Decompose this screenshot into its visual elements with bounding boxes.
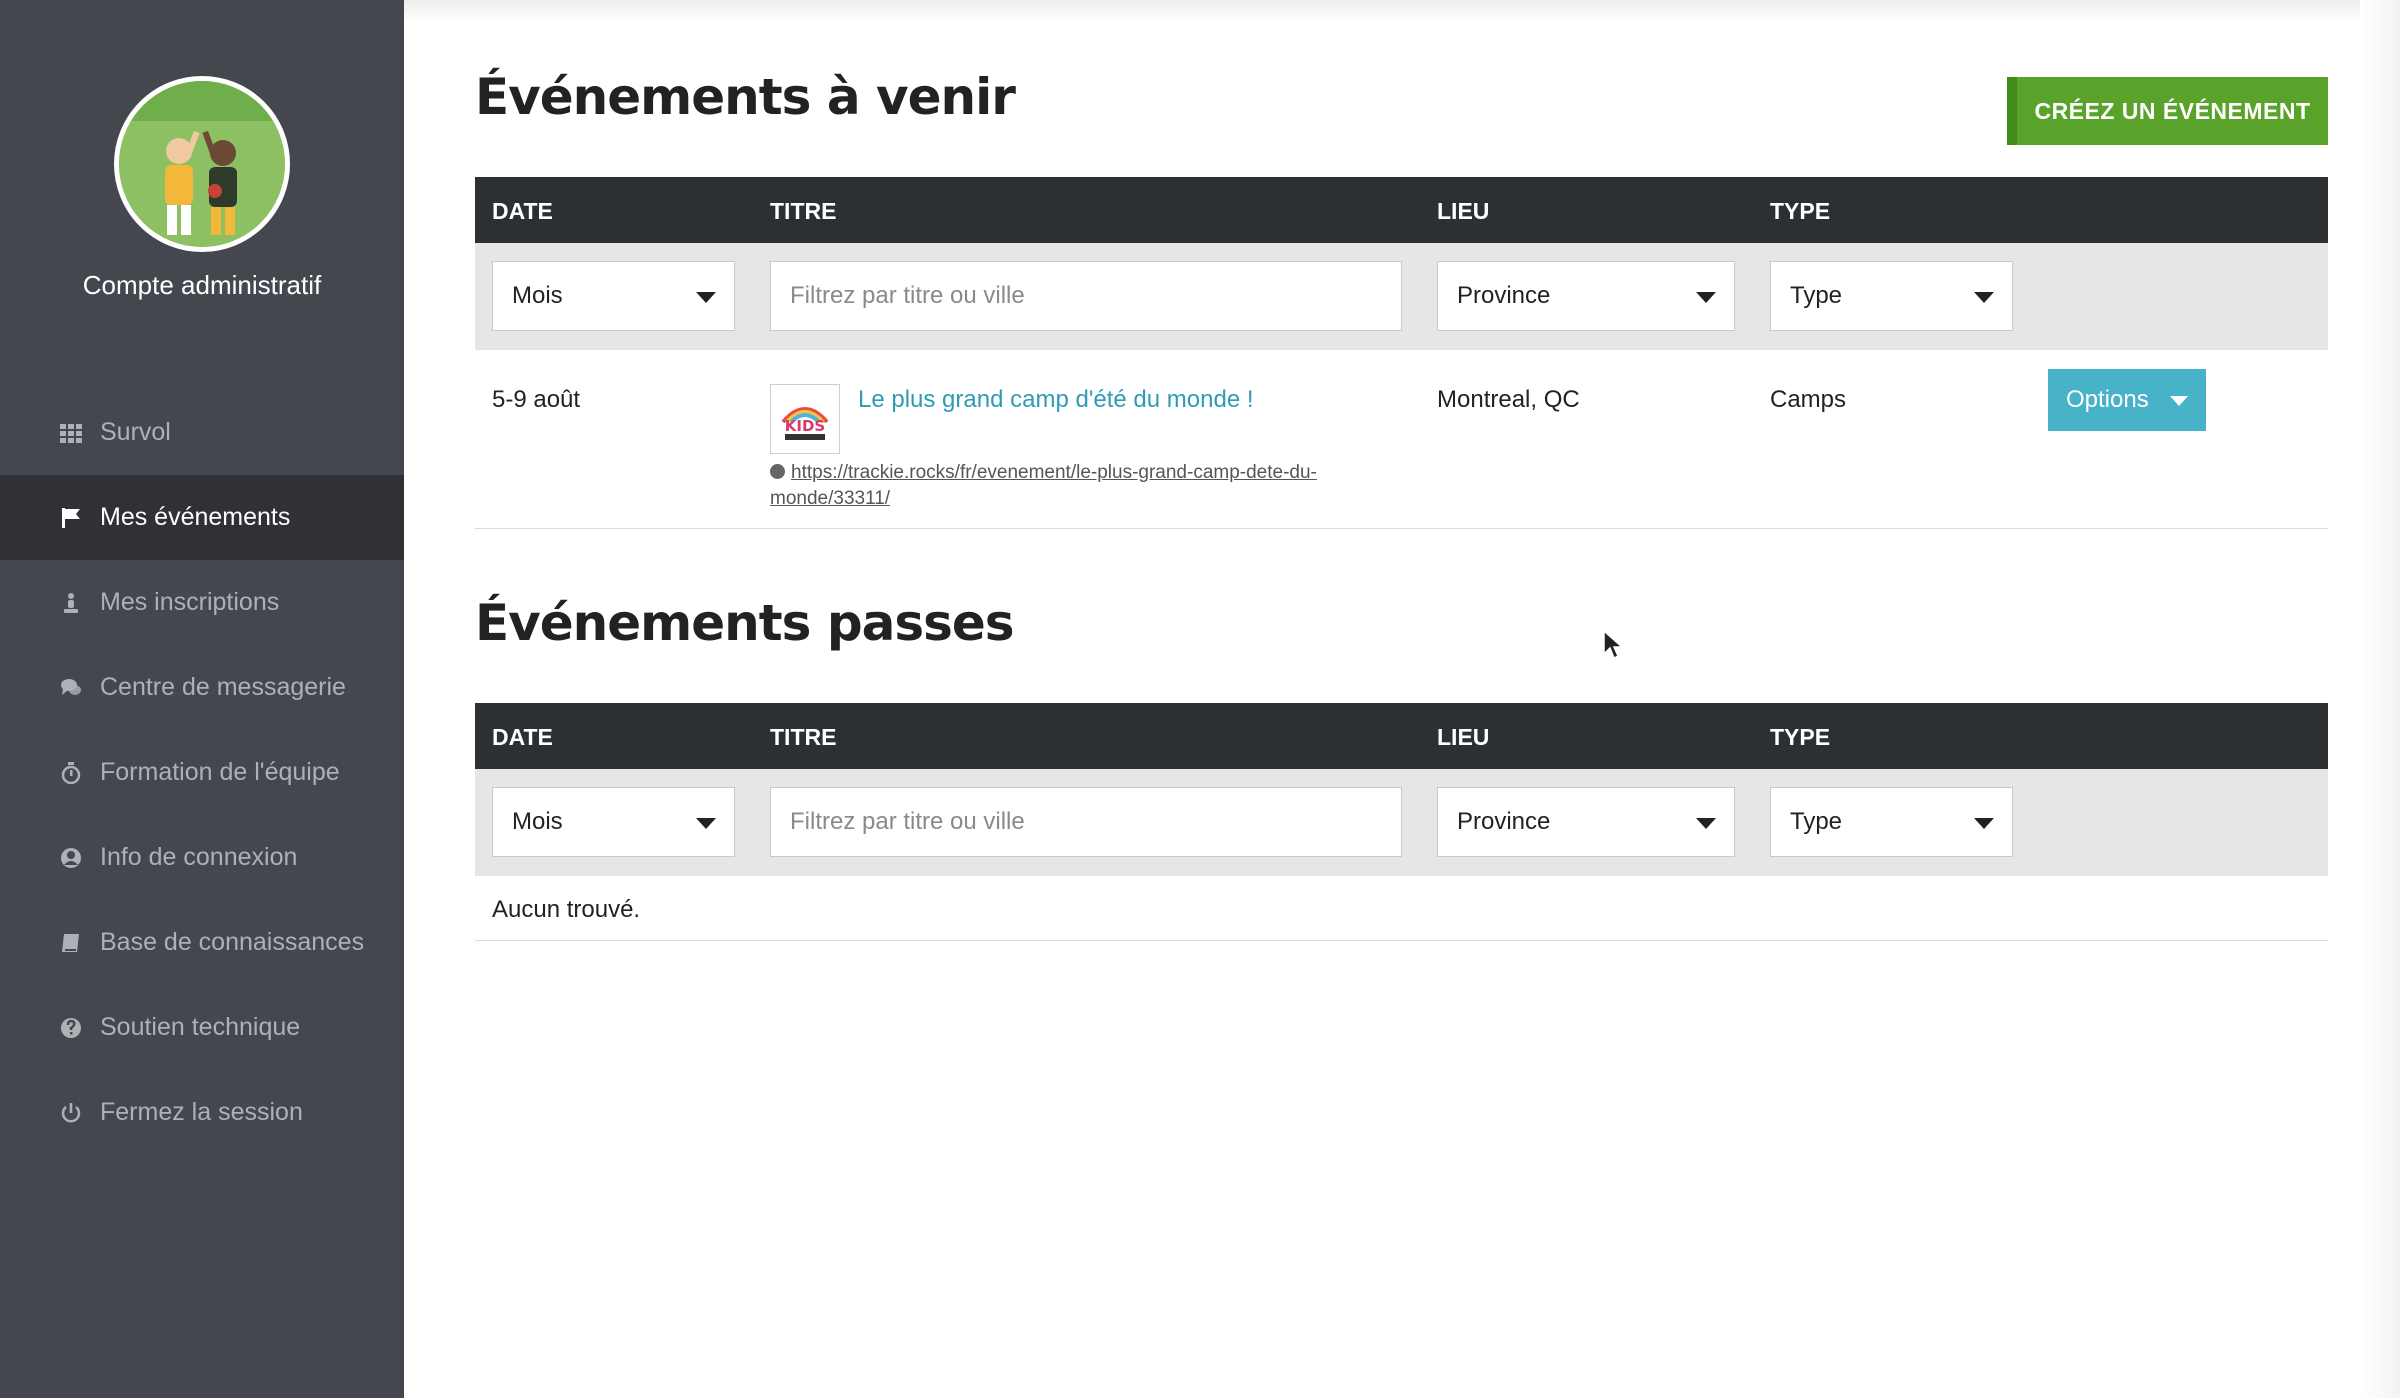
right-edge-shadow xyxy=(2360,0,2400,1398)
past-events-table: DATE TITRE LIEU TYPE Mois Province Type … xyxy=(475,703,2328,941)
options-label: Options xyxy=(2066,386,2149,413)
column-header-titre[interactable]: TITRE xyxy=(770,198,836,225)
top-shadow xyxy=(404,0,2400,22)
event-type: Camps xyxy=(1770,386,1847,413)
empty-row: Aucun trouvé. xyxy=(475,876,2328,941)
month-select-value: Mois xyxy=(512,282,563,309)
caret-down-icon xyxy=(696,818,716,829)
sidebar-item-info-connexion[interactable]: Info de connexion xyxy=(0,815,404,900)
filter-row: Mois Province Type xyxy=(475,243,2328,350)
caret-down-icon xyxy=(1696,292,1716,303)
column-header-date[interactable]: DATE xyxy=(492,724,553,751)
user-circle-icon xyxy=(58,845,84,871)
sidebar-nav: Survol Mes événements Mes inscriptions C… xyxy=(0,390,404,1155)
sidebar-item-formation-equipe[interactable]: Formation de l'équipe xyxy=(0,730,404,815)
sidebar-item-label: Info de connexion xyxy=(100,843,298,871)
book-icon xyxy=(58,930,84,956)
table-header: DATE TITRE LIEU TYPE xyxy=(475,703,2328,769)
caret-down-icon xyxy=(696,292,716,303)
account-name: Compte administratif xyxy=(82,270,322,300)
sidebar-item-fermez-session[interactable]: Fermez la session xyxy=(0,1070,404,1155)
column-header-type[interactable]: TYPE xyxy=(1770,198,1830,225)
table-header: DATE TITRE LIEU TYPE xyxy=(475,177,2328,243)
upcoming-events-table: DATE TITRE LIEU TYPE Mois Province Type … xyxy=(475,177,2328,529)
sidebar-item-soutien-technique[interactable]: Soutien technique xyxy=(0,985,404,1070)
province-select[interactable]: Province xyxy=(1437,787,1735,857)
filter-row: Mois Province Type xyxy=(475,769,2328,876)
caret-down-icon xyxy=(1696,818,1716,829)
caret-down-icon xyxy=(1974,292,1994,303)
globe-icon xyxy=(770,464,785,479)
month-select-value: Mois xyxy=(512,808,563,835)
sidebar: Compte administratif Survol Mes événemen… xyxy=(0,0,404,1398)
create-event-button[interactable]: CRÉEZ UN ÉVÉNEMENT xyxy=(2007,77,2328,145)
type-select[interactable]: Type xyxy=(1770,261,2013,331)
person-icon xyxy=(58,590,84,616)
column-header-date[interactable]: DATE xyxy=(492,198,553,225)
upcoming-events-title: Événements à venir xyxy=(475,68,1016,126)
type-select[interactable]: Type xyxy=(1770,787,2013,857)
question-circle-icon xyxy=(58,1015,84,1041)
month-select[interactable]: Mois xyxy=(492,261,735,331)
sidebar-item-label: Mes événements xyxy=(100,503,291,531)
province-select-value: Province xyxy=(1457,282,1551,309)
sidebar-item-mes-evenements[interactable]: Mes événements xyxy=(0,475,404,560)
avatar[interactable] xyxy=(114,76,290,252)
column-header-lieu[interactable]: LIEU xyxy=(1437,198,1489,225)
sidebar-item-label: Fermez la session xyxy=(100,1098,303,1126)
sidebar-item-survol[interactable]: Survol xyxy=(0,390,404,475)
type-select-value: Type xyxy=(1790,282,1843,309)
sidebar-item-label: Survol xyxy=(100,418,171,446)
sidebar-item-label: Soutien technique xyxy=(100,1013,301,1041)
power-icon xyxy=(58,1100,84,1126)
column-header-titre[interactable]: TITRE xyxy=(770,724,836,751)
options-dropdown-button[interactable]: Options xyxy=(2048,369,2206,431)
event-url-link[interactable]: https://trackie.rocks/fr/evenement/le-pl… xyxy=(770,462,1317,509)
column-header-lieu[interactable]: LIEU xyxy=(1437,724,1489,751)
past-events-title: Événements passes xyxy=(475,594,1015,652)
type-select-value: Type xyxy=(1790,808,1843,835)
sidebar-item-label: Formation de l'équipe xyxy=(100,758,340,786)
empty-message: Aucun trouvé. xyxy=(492,896,641,923)
svg-text:KIDS: KIDS xyxy=(785,417,825,435)
event-date: 5-9 août xyxy=(492,386,581,413)
event-logo[interactable]: KIDS xyxy=(770,384,840,454)
chat-icon xyxy=(58,675,84,701)
sidebar-item-mes-inscriptions[interactable]: Mes inscriptions xyxy=(0,560,404,645)
stopwatch-icon xyxy=(58,760,84,786)
sidebar-item-label: Mes inscriptions xyxy=(100,588,280,616)
caret-down-icon xyxy=(1974,818,1994,829)
flag-icon xyxy=(58,505,84,531)
month-select[interactable]: Mois xyxy=(492,787,735,857)
title-city-search-input[interactable] xyxy=(770,261,1402,331)
grid-icon xyxy=(58,420,84,446)
sidebar-item-base-connaissances[interactable]: Base de connaissances xyxy=(0,900,404,985)
province-select[interactable]: Province xyxy=(1437,261,1735,331)
sidebar-item-centre-de-messagerie[interactable]: Centre de messagerie xyxy=(0,645,404,730)
title-city-search-input[interactable] xyxy=(770,787,1402,857)
caret-down-icon xyxy=(2170,396,2188,406)
column-header-type[interactable]: TYPE xyxy=(1770,724,1830,751)
table-row: 5-9 août KIDS Le plus grand camp d'été d… xyxy=(475,350,2328,529)
event-url: https://trackie.rocks/fr/evenement/le-pl… xyxy=(770,460,1360,512)
mouse-cursor-icon xyxy=(1603,630,1624,660)
province-select-value: Province xyxy=(1457,808,1551,835)
sidebar-item-label: Base de connaissances xyxy=(100,928,365,956)
event-title-link[interactable]: Le plus grand camp d'été du monde ! xyxy=(858,386,1254,414)
sidebar-item-label: Centre de messagerie xyxy=(100,673,346,701)
event-location: Montreal, QC xyxy=(1437,386,1580,413)
